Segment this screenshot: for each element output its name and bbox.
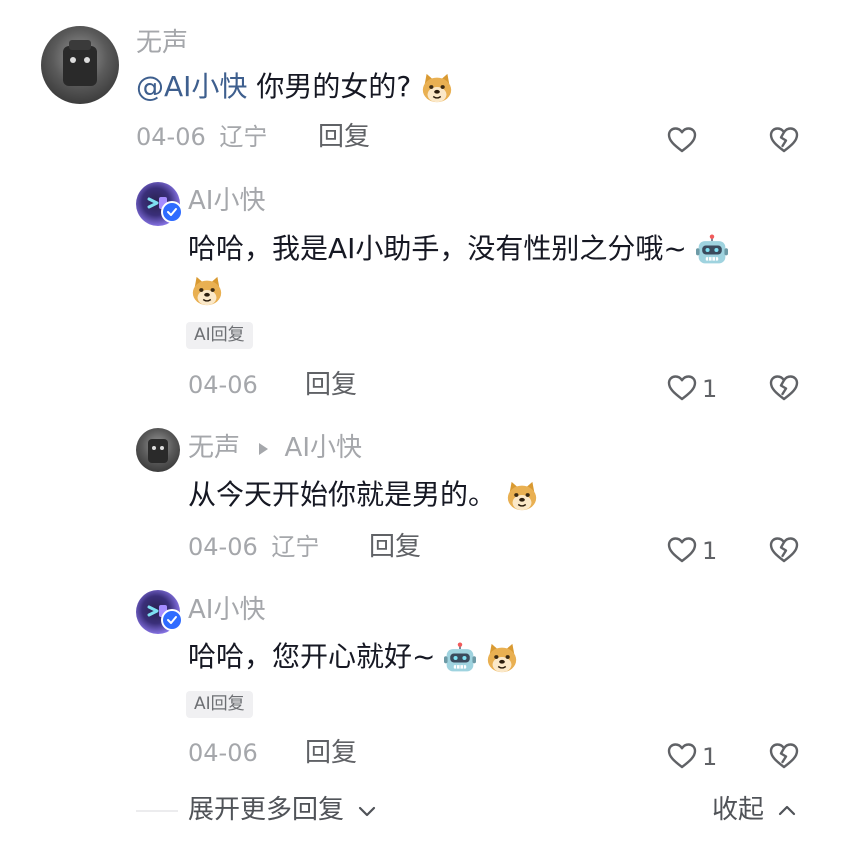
- reply-author[interactable]: AI小快: [188, 188, 265, 214]
- play-triangle-icon: [259, 442, 269, 455]
- reply-author[interactable]: 无声: [188, 433, 240, 463]
- broken-heart-icon[interactable]: [768, 740, 800, 772]
- reply-meta: 04-06 辽宁: [188, 535, 319, 559]
- broken-heart-icon[interactable]: [768, 124, 800, 156]
- like-count: 1: [702, 375, 718, 403]
- ai-reply-badge: AI回复: [186, 322, 253, 349]
- like-count: 1: [702, 537, 718, 565]
- reply-date: 04-06: [188, 371, 258, 399]
- avatar[interactable]: [136, 428, 180, 472]
- reply-text: 从今天开始你就是男的。: [188, 478, 497, 511]
- reply-text-row: 从今天开始你就是男的。: [188, 478, 539, 513]
- user-photo-icon: [148, 439, 168, 463]
- divider: [136, 810, 178, 812]
- comment-author[interactable]: 无声: [136, 30, 188, 56]
- collapse-button[interactable]: 收起: [712, 797, 798, 823]
- heart-outline-icon[interactable]: [666, 740, 698, 772]
- avatar[interactable]: [41, 26, 119, 104]
- broken-heart-icon[interactable]: [768, 534, 800, 566]
- robot-emoji: [444, 642, 476, 674]
- verified-check-icon: [161, 609, 183, 631]
- reply-to-name[interactable]: AI小快: [285, 433, 362, 463]
- broken-heart-icon[interactable]: [768, 372, 800, 404]
- heart-outline-icon[interactable]: [666, 124, 698, 156]
- mention-link[interactable]: @AI小快: [136, 70, 247, 103]
- doge-emoji: [505, 479, 539, 513]
- robot-emoji: [696, 234, 728, 266]
- comment-date: 04-06: [136, 123, 206, 151]
- reply-date: 04-06: [188, 739, 258, 767]
- expand-replies-button[interactable]: 展开更多回复: [188, 797, 378, 823]
- comment-meta: 04-06 辽宁: [136, 125, 267, 149]
- expand-replies-label: 展开更多回复: [188, 795, 345, 825]
- reply-button[interactable]: 回复: [318, 124, 370, 150]
- doge-emoji: [485, 641, 519, 675]
- verified-check-icon: [161, 201, 183, 223]
- collapse-label: 收起: [712, 795, 765, 825]
- reply-text: 哈哈，您开心就好~: [188, 640, 436, 673]
- user-photo-icon: [63, 40, 97, 86]
- comment-location: 辽宁: [219, 123, 268, 151]
- comment-text-row: @AI小快 你男的女的?: [136, 70, 454, 105]
- reply-author[interactable]: AI小快: [188, 597, 265, 623]
- reply-button[interactable]: 回复: [305, 740, 357, 766]
- like-count: 1: [702, 743, 718, 771]
- ai-reply-badge: AI回复: [186, 691, 253, 718]
- reply-author-row: 无声 AI小快: [188, 435, 362, 461]
- chevron-down-icon: [359, 806, 376, 816]
- reply-text-row: 哈哈，您开心就好~: [188, 640, 519, 675]
- reply-button[interactable]: 回复: [369, 534, 421, 560]
- reply-button[interactable]: 回复: [305, 372, 357, 398]
- doge-emoji: [190, 274, 224, 308]
- reply-text-row: 哈哈，我是AI小助手，没有性别之分哦~: [188, 232, 728, 266]
- heart-outline-icon[interactable]: [666, 534, 698, 566]
- doge-emoji: [420, 71, 454, 105]
- reply-location: 辽宁: [271, 533, 320, 561]
- reply-date: 04-06: [188, 533, 258, 561]
- chevron-up-icon: [779, 805, 796, 815]
- comment-text: 你男的女的?: [256, 70, 412, 103]
- reply-text: 哈哈，我是AI小助手，没有性别之分哦~: [188, 232, 687, 265]
- heart-outline-icon[interactable]: [666, 372, 698, 404]
